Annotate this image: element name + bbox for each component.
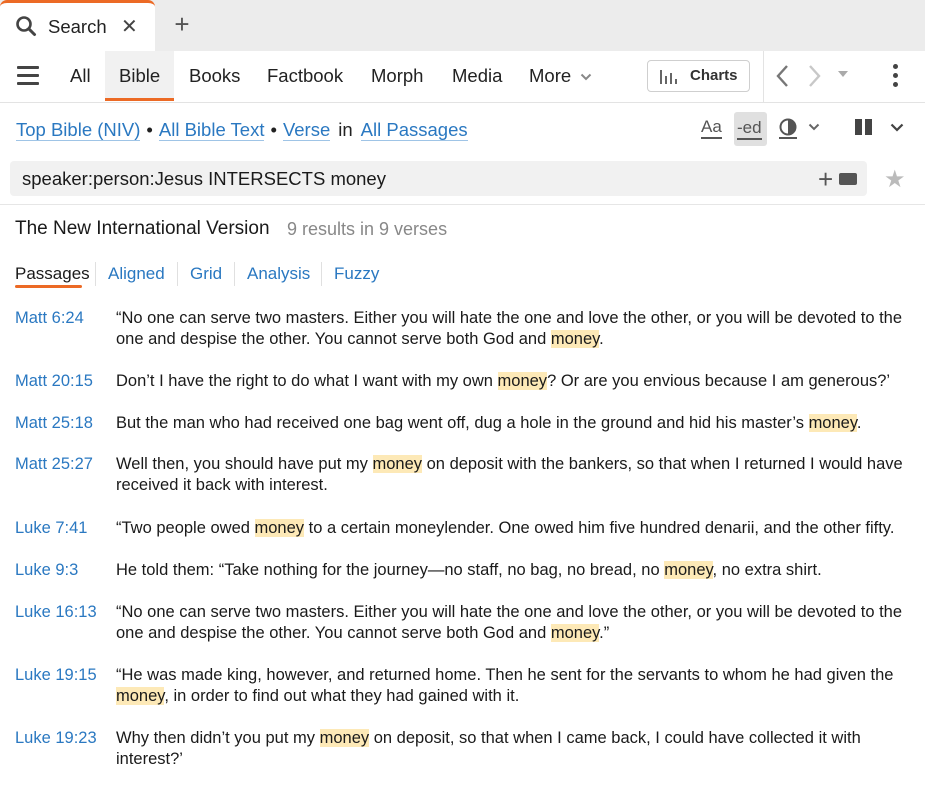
divider	[95, 262, 96, 286]
plus-icon[interactable]: +	[170, 9, 194, 39]
subtab-analysis[interactable]: Analysis	[247, 264, 310, 284]
font-size-button[interactable]: Aa	[701, 117, 722, 139]
plus-icon[interactable]: +	[818, 164, 833, 195]
scope-in-label: in	[338, 119, 353, 140]
verse-text: Well then, you should have put my money …	[116, 455, 903, 494]
word-forms-button[interactable]: -ed	[734, 112, 767, 146]
chevron-right-icon[interactable]	[806, 63, 822, 89]
verse-text: “Two people owed money to a certain mone…	[116, 519, 895, 537]
tab-title: Search	[48, 16, 107, 37]
nav-tab-all[interactable]: All	[70, 65, 91, 87]
search-hit[interactable]: money	[550, 624, 600, 642]
search-hit[interactable]: money	[808, 414, 857, 432]
search-hit[interactable]: money	[116, 687, 165, 705]
verse-reference-link[interactable]: Luke 19:23	[15, 729, 97, 748]
scope-range-link[interactable]: All Passages	[360, 119, 468, 141]
divider	[234, 262, 235, 286]
columns-layout-icon[interactable]	[855, 119, 873, 135]
nav-tab-factbook[interactable]: Factbook	[267, 65, 343, 87]
search-type-bar: All Bible Books Factbook Morph Media Mor…	[0, 51, 925, 103]
scope-unit-link[interactable]: Verse	[282, 119, 331, 141]
verse-reference-link[interactable]: Matt 20:15	[15, 372, 93, 391]
results-count: 9 results in 9 verses	[287, 219, 448, 239]
verse-reference-link[interactable]: Matt 25:18	[15, 414, 93, 433]
search-input[interactable]: speaker:person:Jesus INTERSECTS money +	[10, 161, 867, 196]
divider	[321, 262, 322, 286]
subtab-fuzzy[interactable]: Fuzzy	[334, 264, 379, 284]
subtab-aligned[interactable]: Aligned	[108, 264, 165, 284]
chevron-down-icon[interactable]	[808, 123, 820, 131]
bar-chart-icon	[660, 70, 677, 84]
kebab-menu-icon[interactable]	[893, 64, 899, 91]
subtab-grid[interactable]: Grid	[190, 264, 222, 284]
divider	[0, 204, 925, 205]
search-hit[interactable]: money	[254, 519, 305, 537]
visual-filter-icon[interactable]	[777, 117, 801, 141]
nav-tab-more[interactable]: More	[529, 65, 592, 87]
divider	[763, 51, 764, 102]
results-version-title: The New International Version	[15, 218, 270, 239]
close-icon[interactable]: ✕	[121, 14, 138, 39]
charts-button[interactable]: Charts	[647, 60, 750, 92]
chevron-down-icon	[581, 73, 592, 81]
verse-text: “No one can serve two masters. Either yo…	[116, 603, 903, 642]
search-hit[interactable]: money	[664, 561, 713, 579]
verse-reference-link[interactable]: Luke 9:3	[15, 561, 78, 580]
verse-text: “No one can serve two masters. Either yo…	[116, 309, 903, 348]
tab-strip: Search ✕ +	[0, 0, 925, 51]
verse-reference-link[interactable]: Luke 7:41	[15, 519, 87, 538]
scope-separator: •	[270, 119, 277, 140]
subtab-passages[interactable]: Passages	[15, 264, 90, 284]
verse-reference-link[interactable]: Matt 6:24	[15, 309, 84, 328]
history-dropdown-icon[interactable]	[837, 70, 849, 78]
verse-text: “He was made king, however, and returned…	[116, 666, 894, 705]
star-icon[interactable]: ★	[884, 165, 906, 194]
chevron-left-icon[interactable]	[775, 63, 791, 89]
search-scope: Top Bible (NIV) • All Bible Text • Verse in Al…	[16, 119, 468, 141]
verse-text: But the man who had received one bag wen…	[116, 414, 862, 432]
search-icon	[16, 16, 36, 36]
active-subtab-indicator	[15, 285, 82, 288]
search-hit[interactable]: money	[319, 729, 370, 747]
search-query: speaker:person:Jesus INTERSECTS money	[22, 168, 386, 189]
divider	[177, 262, 178, 286]
nav-tab-books[interactable]: Books	[189, 65, 240, 87]
nav-tab-more-label: More	[529, 65, 572, 86]
verse-text: Don’t I have the right to do what I want…	[116, 372, 891, 390]
hamburger-menu-icon[interactable]	[17, 66, 39, 86]
verse-reference-link[interactable]: Luke 16:13	[15, 603, 97, 622]
scope-bible-link[interactable]: Top Bible (NIV)	[16, 119, 141, 141]
search-hit[interactable]: money	[497, 372, 548, 390]
verse-text: Why then didn’t you put my money on depo…	[116, 729, 861, 768]
charts-label: Charts	[690, 67, 738, 84]
nav-tab-bible[interactable]: Bible	[105, 51, 175, 101]
verse-text: He told them: “Take nothing for the jour…	[116, 561, 822, 579]
scope-text-link[interactable]: All Bible Text	[158, 119, 265, 141]
nav-tab-morph[interactable]: Morph	[371, 65, 423, 87]
word-forms-label: -ed	[737, 118, 762, 140]
tab-search[interactable]: Search ✕	[0, 0, 155, 51]
search-hit[interactable]: money	[372, 455, 423, 473]
search-hit[interactable]: money	[550, 330, 600, 348]
scope-separator: •	[146, 119, 153, 140]
nav-tab-media[interactable]: Media	[452, 65, 502, 87]
verse-reference-link[interactable]: Matt 25:27	[15, 455, 93, 474]
verse-reference-link[interactable]: Luke 19:15	[15, 666, 97, 685]
chevron-down-icon[interactable]	[890, 123, 904, 132]
keyboard-icon[interactable]	[839, 173, 857, 185]
